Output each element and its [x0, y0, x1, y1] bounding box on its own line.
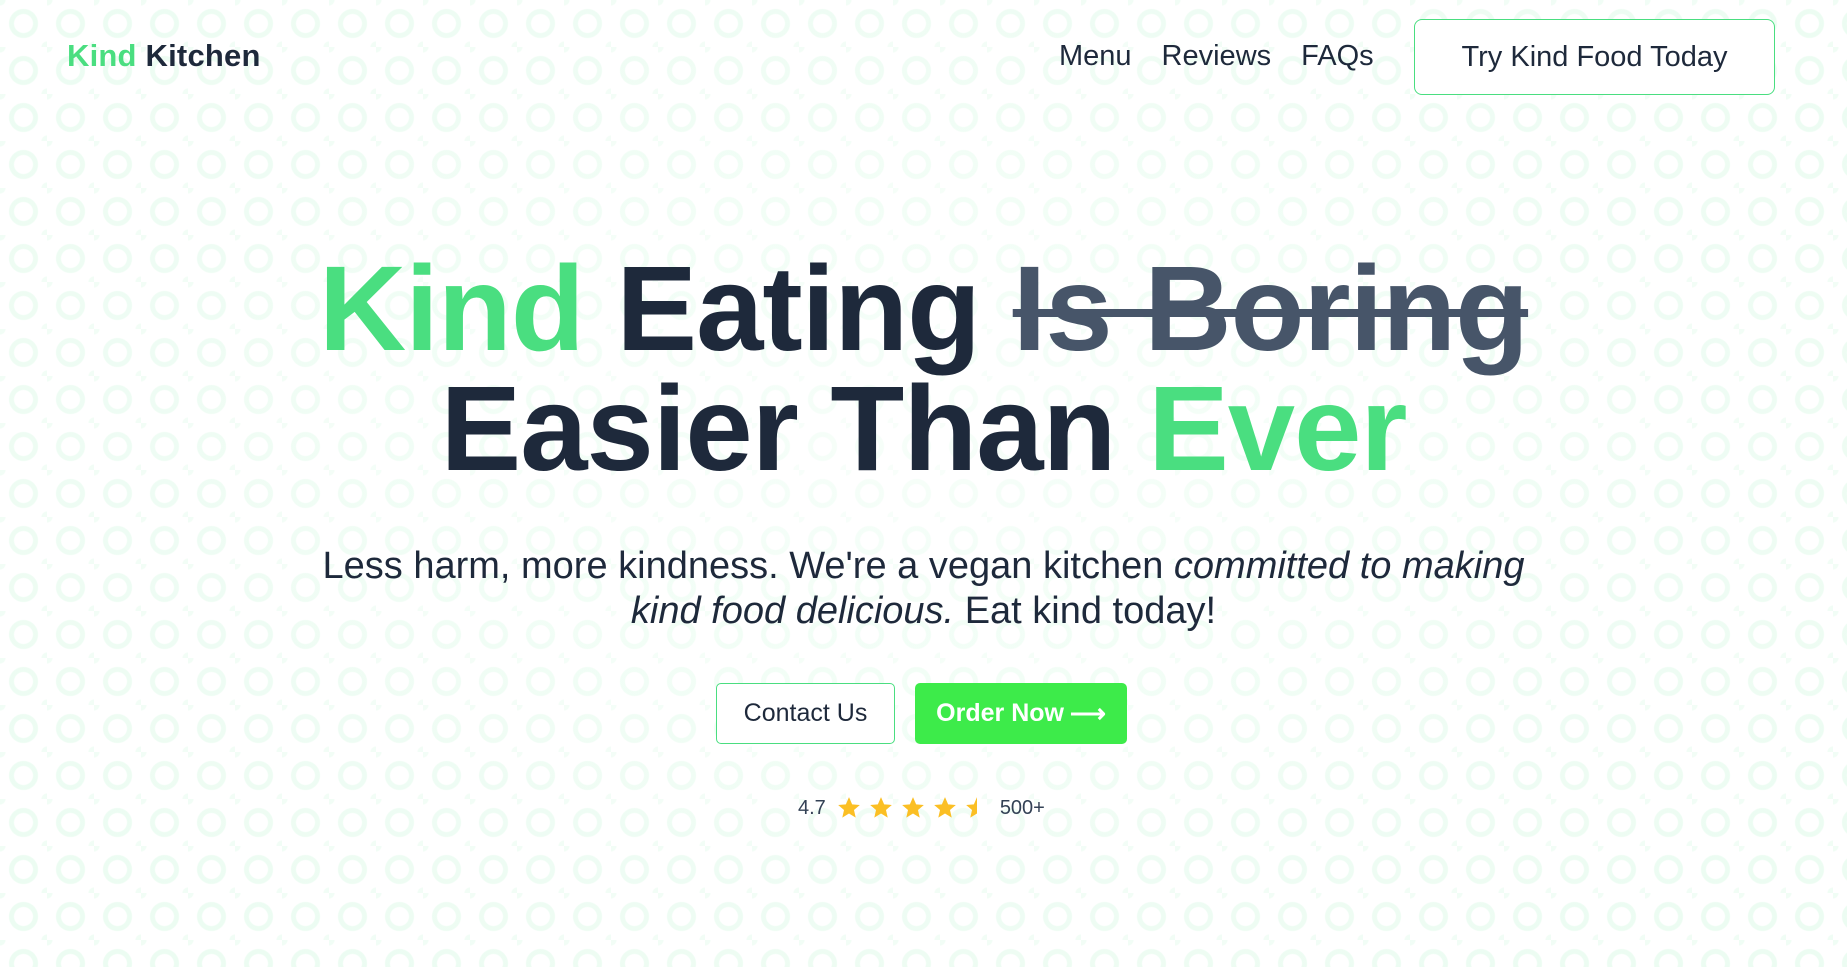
star-half-icon [965, 797, 977, 818]
order-now-label: Order Now [936, 699, 1064, 727]
hero-actions: Contact Us Order Now ⟶ [716, 683, 1127, 744]
star-full-icon [837, 797, 860, 818]
star-full-icon [869, 797, 892, 818]
nav-item-menu[interactable]: Menu [1059, 40, 1132, 73]
subtitle-text-1: Less harm, more kindness. We're a vegan … [322, 545, 1164, 587]
hero-words-easier-than: Easier Than [440, 360, 1117, 496]
brand-name-kind: Kind [67, 38, 137, 73]
rating-count: 500+ [999, 796, 1045, 819]
hero-word-ever: Ever [1148, 360, 1407, 496]
hero-word-kind: Kind [318, 240, 585, 376]
site-header: Kind Kitchen Menu Reviews FAQs Try Kind … [0, 0, 1847, 118]
main-nav: Menu Reviews FAQs [1059, 40, 1374, 73]
hero-title-line-1: Kind Eating Is Boring [0, 248, 1847, 369]
hero-word-eating: Eating [616, 240, 981, 376]
hero-struck-text: Is Boring [1012, 240, 1529, 376]
star-full-icon [901, 797, 924, 818]
try-kind-food-button[interactable]: Try Kind Food Today [1414, 19, 1775, 95]
brand-logo[interactable]: Kind Kitchen [67, 38, 261, 74]
hero-subtitle: Less harm, more kindness. We're a vegan … [300, 544, 1547, 634]
order-now-button[interactable]: Order Now ⟶ [915, 683, 1127, 744]
nav-item-faqs[interactable]: FAQs [1301, 40, 1374, 73]
contact-us-button[interactable]: Contact Us [716, 683, 895, 744]
brand-name-kitchen: Kitchen [145, 38, 261, 73]
rating-score: 4.7 [798, 796, 826, 819]
hero-title: Kind Eating Is Boring Easier Than Ever [0, 248, 1847, 489]
rating-summary: 4.7 500+ [798, 795, 1045, 821]
nav-item-reviews[interactable]: Reviews [1162, 40, 1272, 73]
hero-title-line-2: Easier Than Ever [0, 368, 1847, 489]
rating-stars [836, 795, 990, 821]
star-full-icon [933, 797, 956, 818]
subtitle-text-2: Eat kind today! [964, 590, 1217, 632]
arrow-right-icon: ⟶ [1069, 699, 1106, 728]
